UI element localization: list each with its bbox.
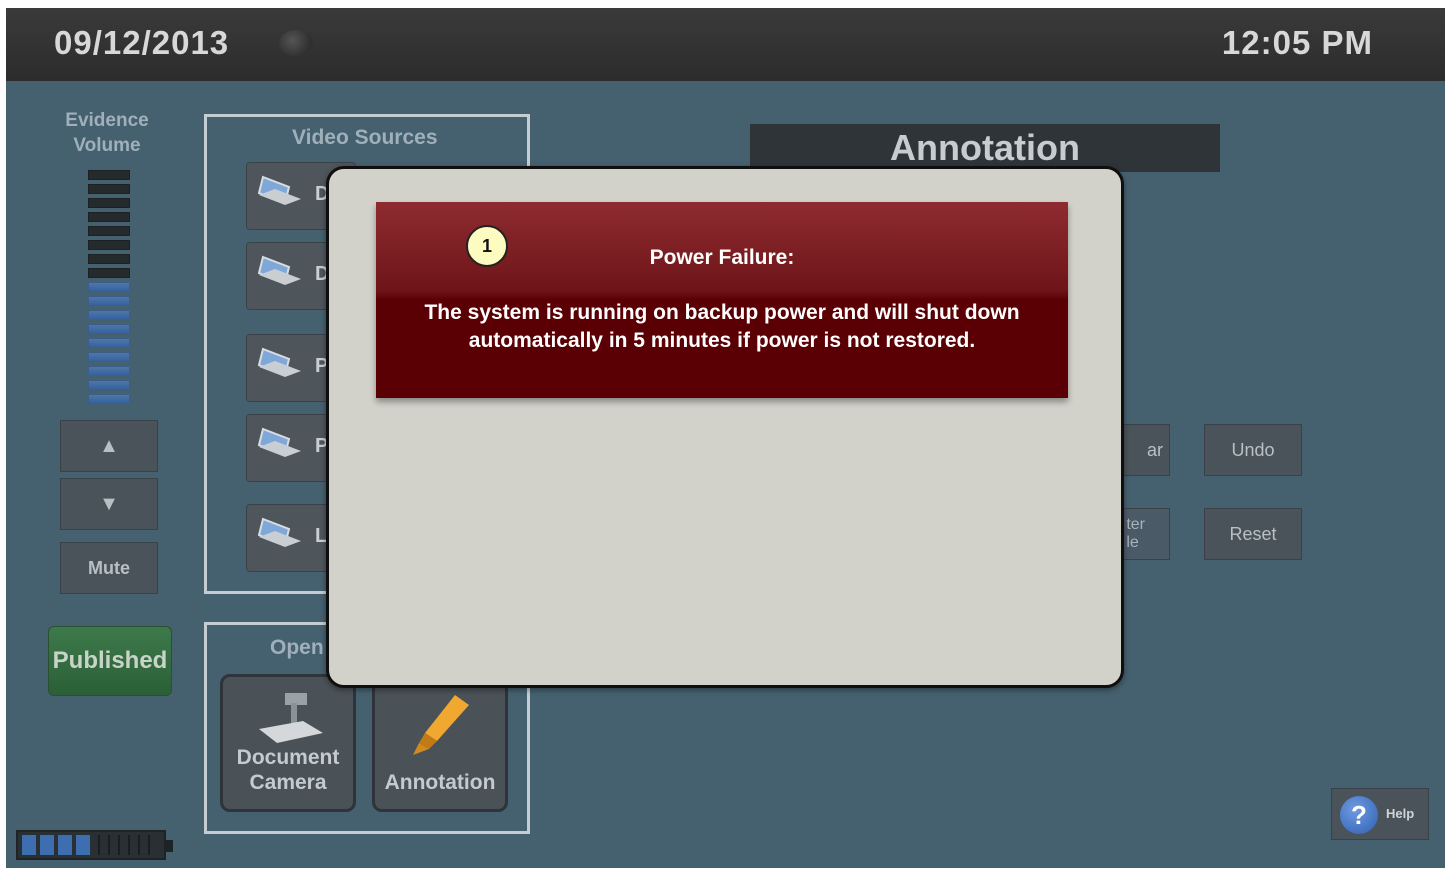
status-indicator-icon (279, 30, 313, 56)
volume-title-line1: Evidence (65, 110, 149, 131)
volume-meter-segment (88, 240, 130, 250)
laptop-icon (257, 175, 301, 205)
annotation-label: Annotation (384, 771, 496, 794)
document-camera-label: Document Camera (223, 745, 353, 795)
power-failure-dialog: 1 Power Failure: The system is running o… (326, 166, 1124, 688)
highlighter-icon (413, 695, 469, 755)
question-icon: ? (1340, 796, 1378, 834)
battery-cell (58, 835, 72, 855)
laptop-icon (257, 347, 301, 377)
volume-meter-segment (88, 170, 130, 180)
triangle-up-icon: ▲ (99, 434, 119, 457)
volume-meter-segment (88, 254, 130, 264)
power-failure-alert: 1 Power Failure: The system is running o… (376, 202, 1068, 398)
document-camera-line2: Camera (249, 771, 327, 794)
battery-cell (40, 835, 54, 855)
alert-heading: Power Failure: (649, 246, 795, 269)
battery-tick (98, 835, 100, 855)
help-label: Help (1386, 806, 1415, 821)
laptop-icon (257, 255, 301, 285)
volume-meter-segment (88, 310, 130, 320)
battery-cell (76, 835, 90, 855)
touch-panel-screen: 09/12/2013 12:05 PM Evidence Volume ▲ ▼ … (6, 8, 1445, 868)
volume-meter-segment (88, 268, 130, 278)
battery-tick (128, 835, 130, 855)
center-mode-label: ter le (1126, 516, 1145, 552)
mute-button[interactable]: Mute (60, 542, 158, 594)
battery-tick (148, 835, 150, 855)
top-bar: 09/12/2013 12:05 PM (6, 8, 1445, 81)
volume-meter-segment (88, 212, 130, 222)
open-panel-title: Open (270, 636, 324, 659)
annotation-title: Annotation (750, 124, 1220, 172)
battery-tick (118, 835, 120, 855)
battery-tick (108, 835, 110, 855)
volume-meter (88, 170, 130, 408)
document-camera-line1: Document (236, 746, 340, 769)
laptop-icon (257, 517, 301, 547)
reset-button[interactable]: Reset (1204, 508, 1302, 560)
volume-meter-segment (88, 296, 130, 306)
document-camera-button[interactable]: Document Camera (220, 674, 356, 812)
alert-message: The system is running on backup power an… (424, 301, 1020, 352)
volume-meter-segment (88, 394, 130, 404)
volume-down-button[interactable]: ▼ (60, 478, 158, 530)
center-line1: ter (1126, 516, 1145, 533)
battery-tick (138, 835, 140, 855)
date-display: 09/12/2013 (54, 24, 230, 61)
volume-meter-segment (88, 352, 130, 362)
volume-up-button[interactable]: ▲ (60, 420, 158, 472)
volume-meter-segment (88, 366, 130, 376)
video-sources-title: Video Sources (292, 126, 438, 149)
document-camera-icon (259, 693, 323, 743)
laptop-icon (257, 427, 301, 457)
volume-meter-segment (88, 198, 130, 208)
volume-meter-segment (88, 338, 130, 348)
volume-meter-segment (88, 324, 130, 334)
center-line2: le (1126, 534, 1139, 551)
evidence-volume-title: Evidence Volume (51, 108, 163, 158)
volume-meter-segment (88, 282, 130, 292)
time-display: 12:05 PM (1221, 24, 1373, 61)
clear-label: ar (1146, 439, 1163, 460)
volume-meter-segment (88, 226, 130, 236)
volume-meter-segment (88, 380, 130, 390)
volume-title-line2: Volume (73, 135, 141, 156)
published-button[interactable]: Published (48, 626, 172, 696)
battery-nub (166, 840, 173, 852)
undo-button[interactable]: Undo (1204, 424, 1302, 476)
volume-meter-segment (88, 184, 130, 194)
battery-indicator-icon (16, 830, 173, 860)
help-button[interactable]: ? Help (1331, 788, 1429, 840)
triangle-down-icon: ▼ (99, 492, 119, 515)
battery-cell (22, 835, 36, 855)
open-annotation-button[interactable]: Annotation (372, 674, 508, 812)
